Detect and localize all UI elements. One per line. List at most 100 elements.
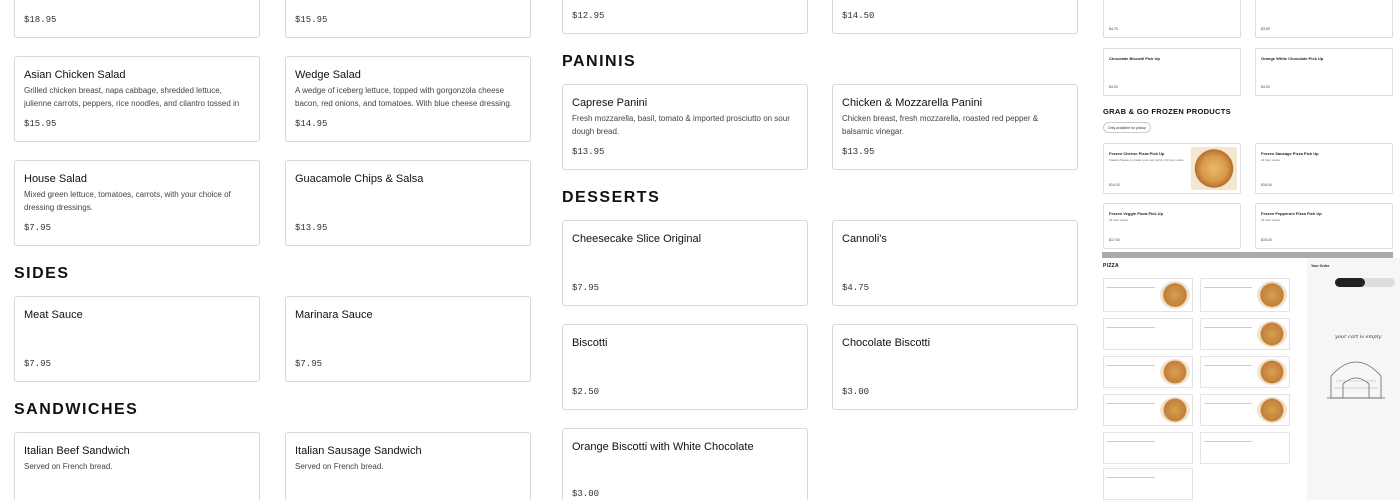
text-line <box>1204 327 1252 328</box>
thumb-desc: 24 hour notice. <box>1261 158 1281 162</box>
pizza-image <box>1257 281 1287 309</box>
menu-item-card[interactable]: Italian Sausage Sandwich Served on Frenc… <box>285 432 531 500</box>
delivery-toggle[interactable] <box>1335 278 1395 287</box>
thumb-card[interactable]: Frozen Veggie Pizza Pick Up 24 hour noti… <box>1103 203 1241 249</box>
item-price: $7.95 <box>295 359 323 369</box>
thumb-price: $14.00 <box>1109 183 1120 187</box>
thumb-pizza-card[interactable] <box>1200 278 1290 312</box>
thumb-desc: 24 hour notice. <box>1261 218 1281 222</box>
item-description: Served on French bread. <box>295 462 384 471</box>
item-title: Caprese Panini <box>572 97 648 109</box>
thumb-pizza-card[interactable] <box>1200 432 1290 464</box>
item-description: A wedge of iceberg lettuce, topped with … <box>295 86 513 108</box>
thumb-pizza-card[interactable] <box>1103 318 1193 350</box>
section-heading-sides: SIDES <box>14 265 70 282</box>
item-price: $13.95 <box>572 147 605 157</box>
item-price: $14.50 <box>842 11 875 21</box>
frozen-products-heading: GRAB & GO FROZEN PRODUCTS <box>1103 107 1231 116</box>
thumb-pizza-card[interactable] <box>1103 432 1193 464</box>
thumb-card[interactable]: Orange White Chocolate Pick Up $4.00 <box>1255 48 1393 96</box>
thumb-pizza-card[interactable] <box>1103 394 1193 426</box>
menu-item-card[interactable]: Chocolate Biscotti $3.00 <box>832 324 1078 410</box>
delivery-option[interactable] <box>1335 278 1365 287</box>
text-line <box>1204 403 1252 404</box>
menu-item-card[interactable]: Biscotti $2.50 <box>562 324 808 410</box>
item-price: $3.00 <box>572 489 600 499</box>
item-title: Biscotti <box>572 337 608 349</box>
item-price: $2.50 <box>572 387 600 397</box>
thumb-price: $16.00 <box>1261 183 1272 187</box>
item-description: Grilled chicken breast, napa cabbage, sh… <box>24 86 240 108</box>
item-title: Orange Biscotti with White Chocolate <box>572 441 754 453</box>
item-description: Served on French bread. <box>24 462 113 471</box>
pizza-image <box>1160 359 1190 385</box>
text-line <box>1107 365 1155 366</box>
pizza-image <box>1257 397 1287 423</box>
text-line <box>1204 441 1252 442</box>
menu-item-card[interactable]: House Salad Mixed green lettuce, tomatoe… <box>14 160 260 246</box>
pizza-image <box>1257 321 1287 347</box>
thumb-price: $16.00 <box>1261 238 1272 242</box>
menu-item-card[interactable]: $12.95 <box>562 0 808 34</box>
menu-item-card[interactable]: $15.95 <box>285 0 531 38</box>
order-panel: Your Order your cart is empty <box>1307 258 1400 500</box>
thumb-card[interactable]: Chocolate Biscotti Pick Up $4.00 <box>1103 48 1241 96</box>
menu-item-card[interactable]: Italian Beef Sandwich Served on French b… <box>14 432 260 500</box>
item-price: $18.95 <box>24 15 57 25</box>
thumb-title: Frozen Cheese Pizza Pick Up <box>1109 151 1165 156</box>
menu-item-card[interactable]: Wedge Salad A wedge of iceberg lettuce, … <box>285 56 531 142</box>
item-price: $15.95 <box>24 119 57 129</box>
menu-item-card[interactable]: Orange Biscotti with White Chocolate $3.… <box>562 428 808 500</box>
item-title: Italian Sausage Sandwich <box>295 445 422 457</box>
thumb-pizza-card[interactable] <box>1200 356 1290 388</box>
text-line <box>1107 287 1155 288</box>
menu-item-card[interactable]: Guacamole Chips & Salsa $13.95 <box>285 160 531 246</box>
text-line <box>1107 441 1155 442</box>
thumb-desc: 24 hour notice. <box>1109 218 1129 222</box>
page-preview-thumbnail: $4.75 $3.50 Chocolate Biscotti Pick Up $… <box>1102 0 1400 500</box>
item-title: Guacamole Chips & Salsa <box>295 173 424 185</box>
thumb-pizza-card[interactable] <box>1103 278 1193 312</box>
menu-item-card[interactable]: Cheesecake Slice Original $7.95 <box>562 220 808 306</box>
thumb-price: $4.00 <box>1109 85 1118 89</box>
thumb-title: Orange White Chocolate Pick Up <box>1261 56 1324 61</box>
item-title: Chocolate Biscotti <box>842 337 931 349</box>
text-line <box>1204 287 1252 288</box>
thumb-card[interactable]: Frozen Cheese Pizza Pick Up Classic chee… <box>1103 143 1241 194</box>
thumb-title: Frozen Sausage Pizza Pick Up <box>1261 151 1319 156</box>
item-price: $4.75 <box>842 283 870 293</box>
menu-item-card[interactable]: $14.50 <box>832 0 1078 34</box>
menu-item-card[interactable]: Caprese Panini Fresh mozzarella, basil, … <box>562 84 808 170</box>
thumb-pizza-card[interactable] <box>1103 356 1193 388</box>
thumb-price: $4.75 <box>1109 27 1118 31</box>
item-title: Cheesecake Slice Original <box>572 233 702 245</box>
thumb-pizza-card[interactable] <box>1103 468 1193 500</box>
menu-item-card[interactable]: Meat Sauce $7.95 <box>14 296 260 382</box>
pizza-image <box>1191 147 1237 190</box>
menu-item-card[interactable]: Asian Chicken Salad Grilled chicken brea… <box>14 56 260 142</box>
thumb-card[interactable]: $3.50 <box>1255 0 1393 38</box>
item-title: Wedge Salad <box>295 69 361 81</box>
pizza-image <box>1257 359 1287 385</box>
item-title: Cannoli's <box>842 233 887 245</box>
thumb-card[interactable]: Frozen Pepperoni Pizza Pick Up 24 hour n… <box>1255 203 1393 249</box>
item-price: $3.00 <box>842 387 870 397</box>
thumb-price: $4.00 <box>1261 85 1270 89</box>
menu-item-card[interactable]: Chicken & Mozzarella Panini Chicken brea… <box>832 84 1078 170</box>
section-heading-paninis: PANINIS <box>562 53 637 70</box>
thumb-card[interactable]: $4.75 <box>1103 0 1241 38</box>
order-title: Your Order <box>1311 264 1330 268</box>
thumb-price: $17.00 <box>1109 238 1120 242</box>
thumb-pizza-card[interactable] <box>1200 394 1290 426</box>
item-description: Mixed green lettuce, tomatoes, carrots, … <box>24 190 231 212</box>
pickup-only-chip: Only available for pickup <box>1103 122 1152 133</box>
menu-item-card[interactable]: Cannoli's $4.75 <box>832 220 1078 306</box>
thumb-price: $3.50 <box>1261 27 1270 31</box>
thumb-card[interactable]: Frozen Sausage Pizza Pick Up 24 hour not… <box>1255 143 1393 194</box>
item-description: Fresh mozzarella, basil, tomato & import… <box>572 114 790 136</box>
menu-item-card[interactable]: $18.95 <box>14 0 260 38</box>
thumb-pizza-card[interactable] <box>1200 318 1290 350</box>
menu-item-card[interactable]: Marinara Sauce $7.95 <box>285 296 531 382</box>
pizza-image <box>1160 281 1190 309</box>
thumb-desc: Classic cheese or create your own pizza.… <box>1109 158 1185 162</box>
